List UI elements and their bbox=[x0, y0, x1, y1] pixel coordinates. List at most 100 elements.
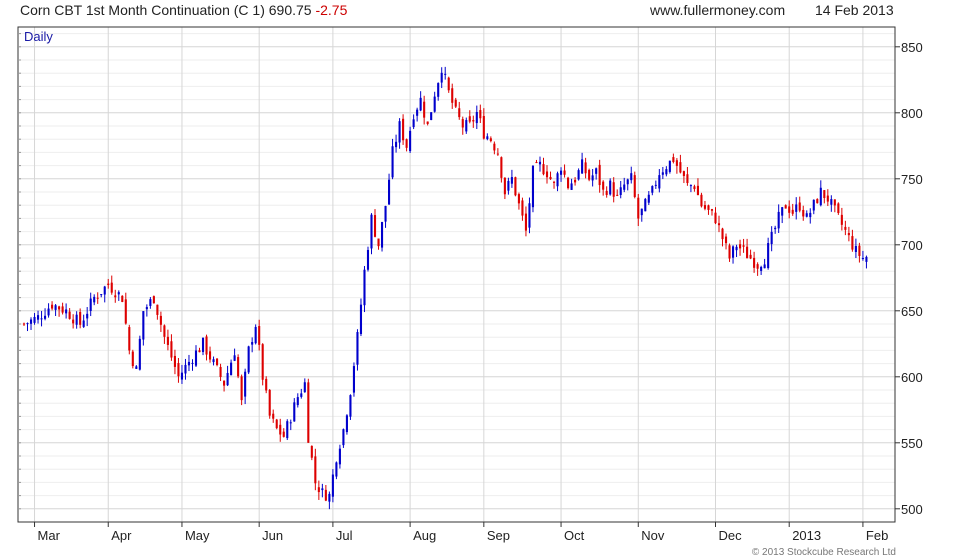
price-bar bbox=[767, 237, 770, 270]
price-bar bbox=[549, 171, 552, 180]
price-bar bbox=[96, 292, 99, 304]
price-bar bbox=[696, 178, 699, 196]
price-bar bbox=[170, 334, 173, 361]
price-bar bbox=[237, 354, 240, 379]
price-bar bbox=[858, 242, 861, 263]
y-tick-label: 800 bbox=[901, 106, 923, 121]
price-bar bbox=[861, 250, 864, 261]
price-bar bbox=[398, 118, 401, 149]
footer-credit: © 2013 Stockcube Research Ltd bbox=[751, 547, 896, 558]
price-bar bbox=[542, 157, 545, 176]
price-bar bbox=[823, 190, 826, 204]
price-bar bbox=[545, 165, 549, 184]
price-bar bbox=[395, 134, 398, 153]
price-bar bbox=[366, 246, 370, 272]
price-bar bbox=[89, 292, 92, 317]
price-bar bbox=[152, 295, 155, 304]
candlestick-chart: 500 550 600 650 700 750 800 850 Mar Apr May Jun Jul A… bbox=[17, 26, 923, 543]
price-bar bbox=[475, 105, 478, 130]
price-bar bbox=[521, 197, 524, 221]
price-bar bbox=[289, 419, 292, 431]
price-bar bbox=[117, 290, 120, 301]
price-bar bbox=[377, 238, 380, 250]
x-tick-label: Aug bbox=[413, 528, 436, 543]
price-bar bbox=[72, 314, 75, 329]
price-bar bbox=[675, 158, 678, 174]
price-bar bbox=[447, 76, 450, 93]
price-bar bbox=[682, 170, 685, 184]
price-bar bbox=[261, 343, 264, 386]
x-tick-label: Mar bbox=[38, 528, 61, 543]
price-bar bbox=[314, 448, 317, 491]
price-bar bbox=[798, 196, 801, 213]
price-bar bbox=[356, 329, 359, 371]
price-bar bbox=[581, 152, 584, 174]
price-bar bbox=[721, 227, 724, 247]
price-bar bbox=[128, 324, 131, 355]
price-bar bbox=[637, 193, 640, 227]
price-bar bbox=[296, 393, 299, 408]
price-bar bbox=[247, 345, 250, 375]
price-bar bbox=[107, 278, 110, 289]
price-bar bbox=[208, 346, 212, 363]
price-bar bbox=[598, 159, 601, 193]
price-bar bbox=[412, 114, 415, 130]
price-bar bbox=[177, 358, 180, 383]
price-bar bbox=[187, 354, 191, 372]
price-bar bbox=[310, 445, 313, 461]
price-bar bbox=[265, 376, 268, 394]
price-bar bbox=[22, 322, 26, 327]
price-bar bbox=[142, 311, 145, 346]
price-bar bbox=[577, 168, 580, 181]
price-bar bbox=[739, 239, 742, 256]
price-bar bbox=[138, 335, 141, 371]
price-bar bbox=[363, 266, 366, 313]
price-bar bbox=[345, 414, 348, 435]
x-tick-label: Dec bbox=[718, 528, 742, 543]
price-bar bbox=[503, 177, 506, 200]
price-bar bbox=[644, 197, 647, 212]
price-bar bbox=[103, 285, 106, 303]
price-bar bbox=[693, 184, 696, 192]
price-bar bbox=[865, 255, 868, 269]
price-bar bbox=[658, 169, 661, 193]
price-bar bbox=[384, 205, 387, 228]
price-bar bbox=[275, 418, 278, 430]
x-tick-label: May bbox=[185, 528, 210, 543]
price-bar bbox=[65, 303, 68, 319]
price-bar bbox=[359, 298, 363, 337]
price-bar bbox=[552, 180, 556, 189]
price-bar bbox=[788, 200, 791, 219]
price-bar bbox=[430, 112, 433, 121]
price-bar bbox=[244, 368, 247, 405]
price-bar bbox=[749, 249, 752, 260]
price-bar bbox=[391, 138, 394, 180]
price-bar bbox=[714, 207, 717, 225]
price-bar bbox=[426, 121, 429, 126]
price-bar bbox=[837, 202, 840, 215]
y-tick-label: 750 bbox=[901, 172, 923, 187]
price-bar bbox=[29, 317, 33, 330]
price-bar bbox=[819, 180, 822, 207]
y-tick-label: 500 bbox=[901, 502, 923, 517]
price-bar bbox=[724, 233, 728, 250]
price-bar bbox=[668, 160, 671, 174]
price-bar bbox=[633, 171, 636, 199]
price-bar bbox=[451, 83, 454, 109]
price-bar bbox=[307, 378, 310, 443]
price-bar bbox=[226, 365, 229, 387]
price-bar bbox=[640, 208, 643, 222]
price-bar bbox=[149, 297, 152, 309]
x-tick-label: Sep bbox=[487, 528, 510, 543]
price-bar bbox=[86, 307, 89, 327]
price-bar bbox=[219, 363, 222, 382]
price-bar bbox=[746, 238, 749, 259]
price-bar bbox=[816, 198, 819, 204]
price-bar bbox=[272, 409, 275, 423]
price-bar bbox=[36, 310, 40, 324]
price-bar bbox=[689, 184, 692, 193]
x-tick-label: Oct bbox=[564, 528, 585, 543]
price-bar bbox=[61, 302, 64, 315]
price-bar bbox=[538, 156, 542, 172]
x-tick-label: Apr bbox=[111, 528, 132, 543]
